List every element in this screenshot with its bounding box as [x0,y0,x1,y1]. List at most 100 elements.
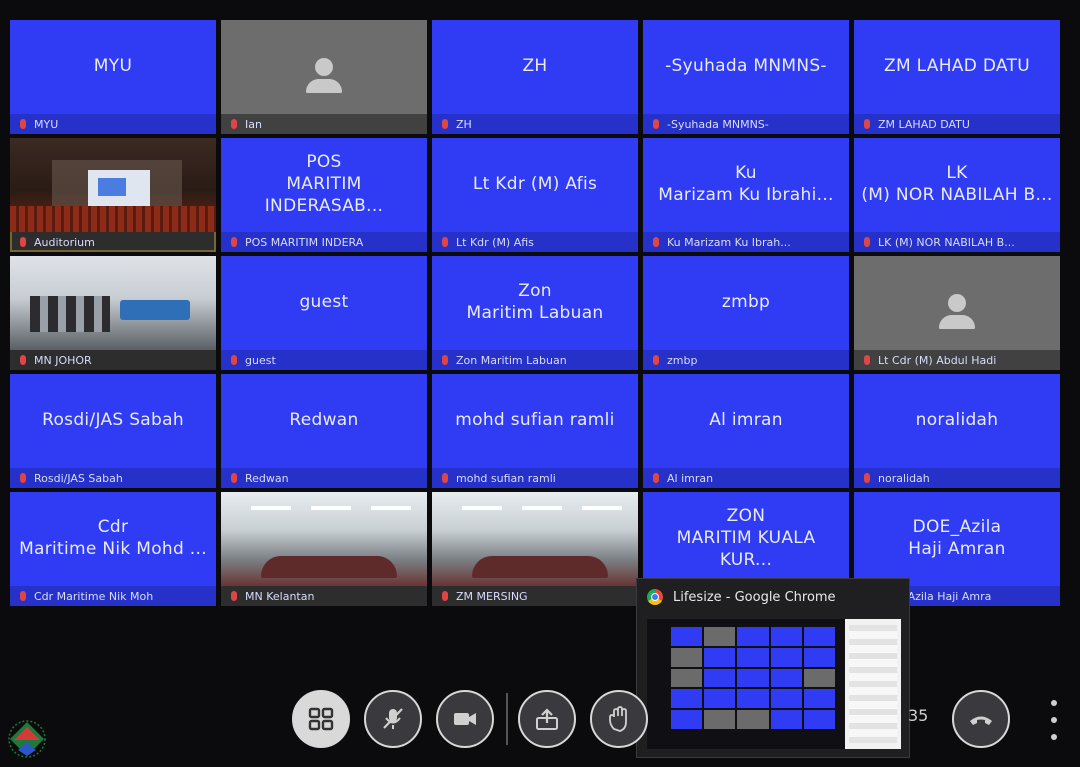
participant-tile[interactable]: Cdr Maritime Nik Mohd ... Cdr Maritime Ni… [10,492,216,606]
avatar-icon [304,58,344,98]
participant-label: ZH [456,117,472,131]
participant-label: Zon Maritim Labuan [456,353,567,367]
participant-tile[interactable]: Rosdi/JAS Sabah Rosdi/JAS Sabah [10,374,216,488]
participant-label: Rosdi/JAS Sabah [34,471,123,485]
mic-muted-icon [653,119,659,129]
participant-label-bar: Redwan [221,468,427,488]
more-options-button[interactable] [1050,700,1058,740]
participant-display-name: Redwan [289,410,359,430]
participant-tile[interactable]: -Syuhada MNMNS- -Syuhada MNMNS- [643,20,849,134]
participant-label: noralidah [878,471,930,485]
participant-label: Auditorium [34,235,95,249]
layout-grid-button[interactable] [292,690,350,748]
participant-tile[interactable]: Lt Kdr (M) Afis Lt Kdr (M) Afis [432,138,638,252]
participant-label-bar: Lt Kdr (M) Afis [432,232,638,252]
share-screen-button[interactable] [518,690,576,748]
participant-display-name: mohd sufian ramli [455,410,615,430]
chrome-window-preview[interactable]: Lifesize - Google Chrome [636,578,910,758]
participant-label-bar: Rosdi/JAS Sabah [10,468,216,488]
participant-tile[interactable]: Ian [221,20,427,134]
mic-muted-icon [20,237,26,247]
participant-label-bar: noralidah [854,468,1060,488]
participant-tile[interactable]: Ku Marizam Ku Ibrahi... Ku Marizam Ku Ibr… [643,138,849,252]
layout-grid-icon [308,707,334,731]
raise-hand-button[interactable] [590,690,648,748]
participant-display-name: guest [299,292,349,312]
raise-hand-icon [609,706,627,732]
mic-muted-icon [864,473,870,483]
mic-muted-icon [653,473,659,483]
participant-label: MYU [34,117,59,131]
participant-label-bar: Lt Cdr (M) Abdul Hadi [854,350,1060,370]
participant-label-bar: ZM LAHAD DATU [854,114,1060,134]
hang-up-icon [970,716,992,725]
participant-tile[interactable]: POS MARITIM INDERASAB... POS MARITIM INDE… [221,138,427,252]
participant-label: -Syuhada MNMNS- [667,117,769,131]
participant-label: ZM MERSING [456,589,528,603]
participant-tile[interactable]: zmbp zmbp [643,256,849,370]
participant-label-bar: ZM MERSING [432,586,638,606]
participant-tile[interactable]: MYU MYU [10,20,216,134]
participant-label: mohd sufian ramli [456,471,556,485]
participant-label-bar: ZH [432,114,638,134]
participant-tile[interactable]: Redwan Redwan [221,374,427,488]
participant-display-name: ZON MARITIM KUALA KUR... [676,506,816,570]
participant-display-name: Zon Maritim Labuan [466,281,604,323]
mic-muted-icon [653,237,659,247]
participant-tile[interactable]: LK (M) NOR NABILAH B... LK (M) NOR NABILA… [854,138,1060,252]
participant-tile[interactable]: MN JOHOR [10,256,216,370]
chrome-window-title: Lifesize - Google Chrome [673,589,836,605]
participant-label: MN Kelantan [245,589,315,603]
participant-label-bar: guest [221,350,427,370]
video-feed [10,138,216,232]
mute-microphone-button[interactable] [364,690,422,748]
participant-label: Ku Marizam Ku Ibrah... [667,235,791,249]
mic-muted-icon [20,119,26,129]
participant-tile[interactable]: ZH ZH [432,20,638,134]
participant-tile[interactable]: noralidah noralidah [854,374,1060,488]
mic-muted-icon [231,473,237,483]
participant-display-name: -Syuhada MNMNS- [665,56,827,76]
participant-grid: MYU MYU Ian ZH ZH -Syuhada MNMNS- -Syuhada MNM… [10,20,1060,606]
participant-tile[interactable]: ZM MERSING [432,492,638,606]
participant-display-name: ZH [522,56,548,76]
participant-label: Al imran [667,471,714,485]
participant-tile[interactable]: ZM LAHAD DATU ZM LAHAD DATU [854,20,1060,134]
mic-muted-icon [383,708,403,729]
participant-label-bar: POS MARITIM INDERA [221,232,427,252]
participant-label: POS MARITIM INDERA [245,235,364,249]
participant-label: Redwan [245,471,289,485]
participant-tile[interactable]: Zon Maritim Labuan Zon Maritim Labuan [432,256,638,370]
mic-muted-icon [653,355,659,365]
participant-label: MN JOHOR [34,353,92,367]
participant-display-name: Ku Marizam Ku Ibrahi... [658,163,834,205]
hang-up-button[interactable] [952,690,1010,748]
share-screen-icon [536,708,558,730]
avatar-icon [937,294,977,334]
window-thumbnail [647,619,901,749]
participant-label: Lt Cdr (M) Abdul Hadi [878,353,997,367]
participant-tile[interactable]: Auditorium [10,138,216,252]
participant-tile[interactable]: Al imran Al imran [643,374,849,488]
participant-display-name: noralidah [915,410,999,430]
call-timer: 35 [908,706,929,725]
mic-muted-icon [864,237,870,247]
chrome-window-title-bar: Lifesize - Google Chrome [637,579,909,615]
mic-muted-icon [231,591,237,601]
participant-label-bar: MYU [10,114,216,134]
participant-display-name: ZM LAHAD DATU [884,56,1030,76]
logo [8,720,46,758]
mic-muted-icon [864,119,870,129]
video-camera-icon [454,713,476,725]
toolbar-separator [506,693,508,745]
mic-muted-icon [442,119,448,129]
participant-tile[interactable]: guest guest [221,256,427,370]
participant-label-bar: zmbp [643,350,849,370]
participant-tile[interactable]: MN Kelantan [221,492,427,606]
participant-tile[interactable]: mohd sufian ramli mohd sufian ramli [432,374,638,488]
video-toggle-button[interactable] [436,690,494,748]
mic-muted-icon [20,355,26,365]
participant-tile[interactable]: Lt Cdr (M) Abdul Hadi [854,256,1060,370]
participant-display-name: Cdr Maritime Nik Mohd ... [19,517,207,559]
video-feed [432,492,638,586]
